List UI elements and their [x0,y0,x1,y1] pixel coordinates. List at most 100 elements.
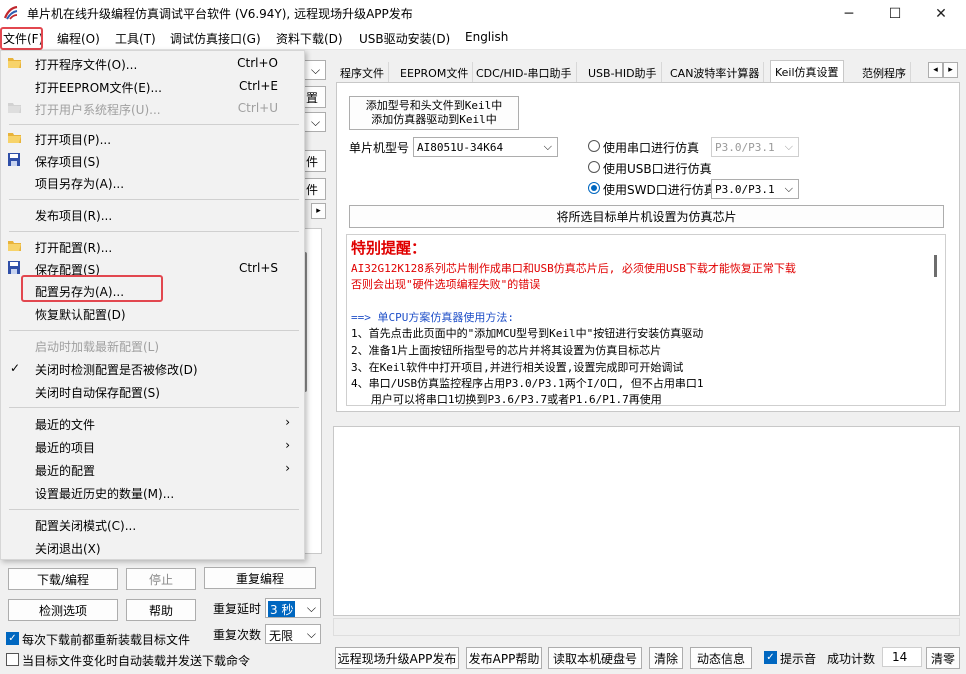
tab-usb-hid[interactable]: USB-HID助手 [584,62,662,82]
log-horizontal-scrollbar[interactable] [333,618,960,636]
menu-publish-project-label: 发布项目(R)... [35,209,113,223]
tab-can-baud[interactable]: CAN波特率计算器 [666,62,765,82]
maximize-button[interactable]: ☐ [872,0,918,27]
minimize-button[interactable]: ─ [826,0,872,27]
serial-port-select[interactable]: P3.0/P3.1 ⌵ [711,137,799,157]
mcu-model-select[interactable]: AI8051U-34K64 ⌵ [413,137,558,157]
menu-downloads[interactable]: 资料下载(D) [276,30,343,47]
menu-save-project-as[interactable]: 项目另存为(A)... [1,172,304,192]
auto-send-checkbox[interactable] [6,653,19,666]
left-scroll-right-arrow[interactable]: ▸ [311,203,326,219]
stop-label: 停止 [148,572,173,587]
download-program-label: 下载/编程 [36,572,90,587]
clear-button[interactable]: 清除 [649,647,683,669]
notes-line-1: 1、首先点击此页面中的"添加MCU型号到Keil中"按钮进行安装仿真驱动 [351,327,704,340]
menu-separator [9,124,299,125]
menu-recent-projects[interactable]: 最近的项目 › [1,436,304,456]
menu-program[interactable]: 编程(O) [57,30,100,47]
tab-eeprom-file[interactable]: EEPROM文件 [396,62,474,82]
dynamic-info-label: 动态信息 [696,651,745,666]
repeat-count-value: 无限 [269,629,294,643]
tab-examples[interactable]: 范例程序 [858,62,911,82]
dynamic-info-button[interactable]: 动态信息 [690,647,752,669]
help-button[interactable]: 帮助 [126,599,196,621]
close-button[interactable]: ✕ [918,0,964,27]
success-count-label: 成功计数 [827,652,876,666]
publish-app-button[interactable]: 远程现场升级APP发布 [335,647,459,669]
menu-open-program-file[interactable]: 打开程序文件(O)... Ctrl+O [1,53,304,73]
radio-serial-sim[interactable] [588,140,600,152]
file-menu-dropdown: 打开程序文件(O)... Ctrl+O 打开EEPROM文件(E)... Ctr… [0,50,305,560]
tab-scroll-right-button[interactable]: ▸ [943,62,958,78]
menu-load-latest-config[interactable]: 启动时加载最新配置(L) [1,335,304,355]
menu-config-close-mode-label: 配置关闭模式(C)... [35,519,137,533]
menu-open-user-system-program[interactable]: 打开用户系统程序(U)... Ctrl+U [1,98,304,118]
notes-line-5: 用户可以将串口1切换到P3.6/P3.7或者P1.6/P1.7再使用 [351,393,662,406]
auto-send-label: 当目标文件变化时自动装载并发送下载命令 [22,654,251,668]
menu-debug-interface[interactable]: 调试仿真接口(G) [170,30,261,47]
reprogram-label: 重复编程 [235,571,284,586]
chevron-right-icon: › [285,438,290,452]
tab-scroll-left-button[interactable]: ◂ [928,62,943,78]
beep-label: 提示音 [780,652,817,666]
reset-count-button[interactable]: 清零 [926,647,960,669]
radio-swd-label: 使用SWD口进行仿真 [603,183,716,197]
menu-separator [9,199,299,200]
download-program-button[interactable]: 下载/编程 [8,568,118,590]
app-help-button[interactable]: 发布APP帮助 [466,647,542,669]
set-target-chip-button[interactable]: 将所选目标单片机设置为仿真芯片 [349,205,944,228]
menu-auto-save-config[interactable]: 关闭时自动保存配置(S) [1,381,304,401]
detect-options-button[interactable]: 检测选项 [8,599,118,621]
radio-swd-sim[interactable] [588,182,600,194]
reprogram-button[interactable]: 重复编程 [204,567,316,589]
tab-program-file[interactable]: 程序文件 [336,62,389,82]
menu-bar: 文件(F) 编程(O) 工具(T) 调试仿真接口(G) 资料下载(D) USB驱… [0,27,966,50]
left-button-peek-3-label: 件 [305,182,318,197]
menu-restore-default-config[interactable]: 恢复默认配置(D) [1,303,304,323]
notes-scrollbar-thumb[interactable] [934,255,937,277]
radio-usb-sim[interactable] [588,161,600,173]
tab-keil-sim-settings[interactable]: Keil仿真设置 [770,60,844,83]
menu-usb-driver[interactable]: USB驱动安装(D) [359,30,450,47]
left-button-peek-1-label: 置 [305,90,318,105]
menu-recent-configs[interactable]: 最近的配置 › [1,459,304,479]
menu-recent-configs-label: 最近的配置 [35,464,96,478]
menu-save-project[interactable]: 保存项目(S) [1,150,304,170]
menu-save-config-as-highlight [21,275,163,302]
menu-open-project[interactable]: 打开项目(P)... [1,128,304,148]
chevron-down-icon: ⌵ [784,140,793,153]
menu-open-config[interactable]: 打开配置(R)... [1,236,304,256]
stop-button[interactable]: 停止 [126,568,196,590]
menu-set-history-count[interactable]: 设置最近历史的数量(M)... [1,482,304,502]
read-disk-id-button[interactable]: 读取本机硬盘号 [548,647,642,669]
notes-title: 特别提醒： [351,239,427,257]
chevron-down-icon: ⌵ [306,627,316,641]
menu-publish-project[interactable]: 发布项目(R)... [1,204,304,224]
menu-exit[interactable]: 关闭退出(X) [1,537,304,557]
beep-checkbox[interactable]: ✓ [764,651,777,664]
menu-check-config-modified[interactable]: ✓ 关闭时检测配置是否被修改(D) [1,358,304,378]
reload-target-checkbox[interactable]: ✓ [6,632,19,645]
menu-save-project-as-label: 项目另存为(A)... [35,177,125,191]
repeat-count-select[interactable]: 无限 ⌵ [265,624,321,644]
chevron-down-icon: ⌵ [543,140,552,153]
save-disk-icon [8,153,20,166]
menu-recent-files[interactable]: 最近的文件 › [1,413,304,433]
notes-warning-1: AI32G12K128系列芯片制作成串口和USB仿真芯片后, 必须使用USB下载… [351,262,796,275]
help-label: 帮助 [148,603,173,618]
menu-save-config-shortcut: Ctrl+S [238,261,278,275]
add-to-keil-line2: 添加仿真器驱动到Keil中 [371,113,497,126]
menu-english[interactable]: English [465,30,508,44]
log-output-area[interactable] [333,426,960,616]
menu-open-project-label: 打开项目(P)... [35,133,112,147]
repeat-delay-select[interactable]: 3 秒 ⌵ [265,598,321,618]
open-folder-icon [8,58,21,68]
menu-open-eeprom-file[interactable]: 打开EEPROM文件(E)... Ctrl+E [1,76,304,96]
menu-config-close-mode[interactable]: 配置关闭模式(C)... [1,514,304,534]
tab-cdc-hid-serial[interactable]: CDC/HID-串口助手 [472,62,577,82]
swd-port-select[interactable]: P3.0/P3.1 ⌵ [711,179,799,199]
read-disk-id-label: 读取本机硬盘号 [552,651,637,666]
add-to-keil-button[interactable]: 添加型号和头文件到Keil中 添加仿真器驱动到Keil中 [349,96,519,130]
menu-tools[interactable]: 工具(T) [115,30,156,47]
detect-options-label: 检测选项 [38,603,87,618]
